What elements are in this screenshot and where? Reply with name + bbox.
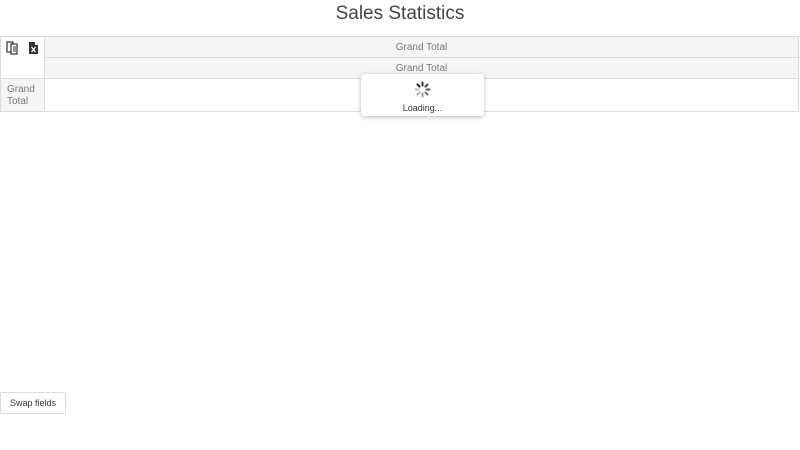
row-header-grand-total: Grand Total bbox=[1, 79, 45, 111]
loading-panel: Loading... bbox=[361, 74, 484, 116]
loading-text: Loading... bbox=[402, 103, 443, 113]
column-header-grand-total: Grand Total bbox=[45, 37, 798, 58]
loading-spinner-icon bbox=[414, 81, 431, 98]
pivot-toolbar bbox=[1, 37, 45, 79]
page: Sales Statistics Grand Total Grand Total… bbox=[0, 0, 800, 450]
excel-export-icon[interactable] bbox=[26, 41, 40, 55]
swap-fields-button[interactable]: Swap fields bbox=[0, 392, 66, 414]
field-chooser-icon[interactable] bbox=[6, 41, 20, 55]
page-title: Sales Statistics bbox=[335, 3, 465, 24]
